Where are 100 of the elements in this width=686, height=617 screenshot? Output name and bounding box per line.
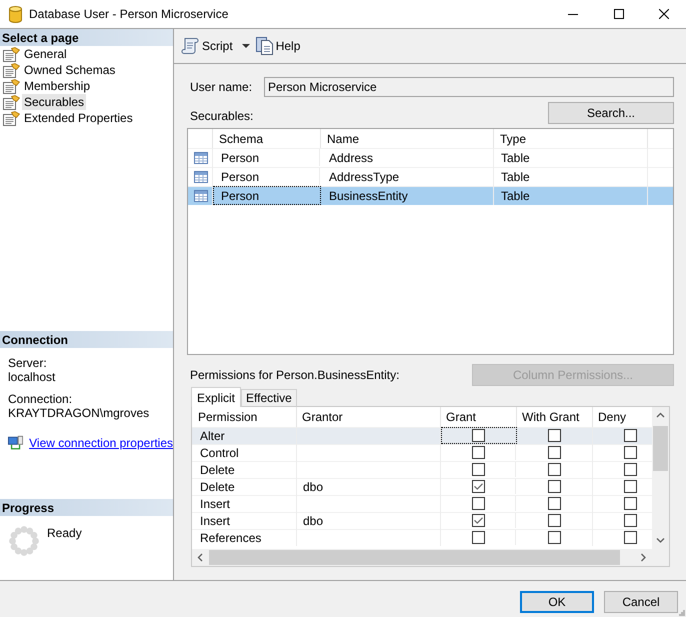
chevron-right-icon[interactable]: [640, 553, 647, 562]
field-label: User name:: [189, 80, 254, 94]
toolbar-button[interactable]: Help: [256, 34, 300, 58]
checkbox[interactable]: [548, 446, 561, 459]
table-cell: References: [192, 529, 297, 546]
chevron-left-icon[interactable]: [197, 553, 204, 562]
checkbox[interactable]: [548, 531, 561, 544]
user-name-field[interactable]: Person Microservice: [264, 77, 674, 97]
field-label: Connection:: [8, 392, 74, 406]
scroll-thumb[interactable]: [653, 426, 668, 471]
column-header[interactable]: Permission: [192, 407, 297, 427]
window-title: Database User - Person Microservice: [29, 7, 228, 21]
page-icon: [3, 94, 20, 110]
status-text: Ready: [47, 526, 82, 540]
tab[interactable]: Effective: [241, 389, 297, 407]
page-icon: [3, 62, 20, 78]
section-header: Connection: [0, 331, 173, 348]
scroll-thumb[interactable]: [209, 550, 620, 565]
table-row[interactable]: Delete: [192, 461, 652, 478]
column-header[interactable]: Schema: [213, 129, 321, 148]
page-list-item[interactable]: Owned Schemas: [22, 62, 118, 78]
database-icon: [9, 6, 22, 22]
table-cell: Insert: [192, 512, 297, 529]
checkbox[interactable]: [548, 480, 561, 493]
resize-grip-icon[interactable]: [678, 609, 685, 616]
table-cell: Table: [494, 167, 648, 186]
link[interactable]: View connection properties: [29, 436, 173, 450]
table-icon: [194, 190, 208, 202]
checkbox[interactable]: [472, 480, 485, 493]
caret-icon[interactable]: [242, 44, 250, 48]
table-cell: Address: [321, 148, 494, 167]
dialog-button[interactable]: Cancel: [604, 591, 678, 613]
checkbox[interactable]: [624, 446, 637, 459]
checkbox[interactable]: [472, 514, 485, 527]
page-icon: [3, 46, 20, 62]
table-row[interactable]: References: [192, 529, 652, 546]
checkbox[interactable]: [548, 514, 561, 527]
section-header: Progress: [0, 499, 173, 516]
table-cell: BusinessEntity: [321, 186, 494, 205]
table-row[interactable]: Insert: [192, 495, 652, 512]
table-row[interactable]: Insert dbo: [192, 512, 652, 529]
scroll-icon: [181, 37, 199, 55]
chevron-up-icon[interactable]: [656, 412, 665, 419]
column-header[interactable]: Name: [321, 129, 494, 148]
column-header[interactable]: Type: [494, 129, 648, 148]
section-header: Select a page: [0, 29, 173, 46]
page-icon: [3, 78, 20, 94]
table-row[interactable]: Control: [192, 444, 652, 461]
document-icon: [256, 37, 273, 55]
checkbox[interactable]: [624, 531, 637, 544]
table-cell: dbo: [297, 478, 441, 495]
table-cell: AddressType: [321, 167, 494, 186]
page-list-item[interactable]: General: [22, 46, 69, 62]
page-list-item[interactable]: Membership: [22, 78, 92, 94]
vertical-scrollbar[interactable]: [652, 407, 669, 549]
table-cell: Person: [213, 167, 321, 186]
page-list-item[interactable]: Extended Properties: [22, 110, 135, 126]
table-row[interactable]: Person Address Table: [188, 148, 673, 167]
field-label: Permissions for Person.BusinessEntity:: [189, 368, 400, 382]
table-icon: [194, 152, 208, 164]
checkbox[interactable]: [624, 480, 637, 493]
checkbox[interactable]: [472, 429, 485, 442]
table-row[interactable]: Alter: [192, 427, 652, 444]
toolbar-button[interactable]: Script: [181, 34, 250, 58]
checkbox[interactable]: [624, 429, 637, 442]
checkbox[interactable]: [472, 531, 485, 544]
chevron-down-icon[interactable]: [656, 537, 665, 544]
column-header[interactable]: Grant: [441, 407, 517, 427]
column-header[interactable]: Deny: [593, 407, 652, 427]
close-icon[interactable]: [659, 9, 669, 19]
horizontal-scrollbar[interactable]: [192, 549, 652, 566]
field-label: Server:: [8, 356, 48, 370]
computer-icon: [8, 435, 24, 451]
dialog-button[interactable]: OK: [520, 591, 594, 613]
table-cell: Person: [213, 186, 321, 205]
checkbox[interactable]: [472, 446, 485, 459]
checkbox[interactable]: [472, 463, 485, 476]
checkbox[interactable]: [472, 497, 485, 510]
checkbox[interactable]: [624, 514, 637, 527]
table-row[interactable]: Person BusinessEntity Table: [188, 186, 673, 205]
checkbox[interactable]: [624, 497, 637, 510]
field-value: localhost: [8, 370, 56, 384]
field-value: KRAYTDRAGON\mgroves: [8, 406, 150, 420]
spinner-icon: [9, 526, 39, 556]
table-row[interactable]: Person AddressType Table: [188, 167, 673, 186]
table-cell: Table: [494, 186, 648, 205]
column-header[interactable]: With Grant: [517, 407, 593, 427]
page-list-item[interactable]: Securables: [22, 94, 86, 110]
column-header[interactable]: Grantor: [297, 407, 441, 427]
checkbox[interactable]: [624, 463, 637, 476]
tab[interactable]: Explicit: [191, 387, 242, 407]
checkbox[interactable]: [548, 497, 561, 510]
table-row[interactable]: Delete dbo: [192, 478, 652, 495]
checkbox[interactable]: [548, 429, 561, 442]
checkmark-icon: [474, 483, 483, 490]
push-button[interactable]: Search...: [548, 102, 674, 124]
table-icon: [194, 170, 208, 182]
maximize-icon[interactable]: [614, 9, 624, 19]
checkbox[interactable]: [548, 463, 561, 476]
table-cell: Control: [192, 444, 297, 461]
